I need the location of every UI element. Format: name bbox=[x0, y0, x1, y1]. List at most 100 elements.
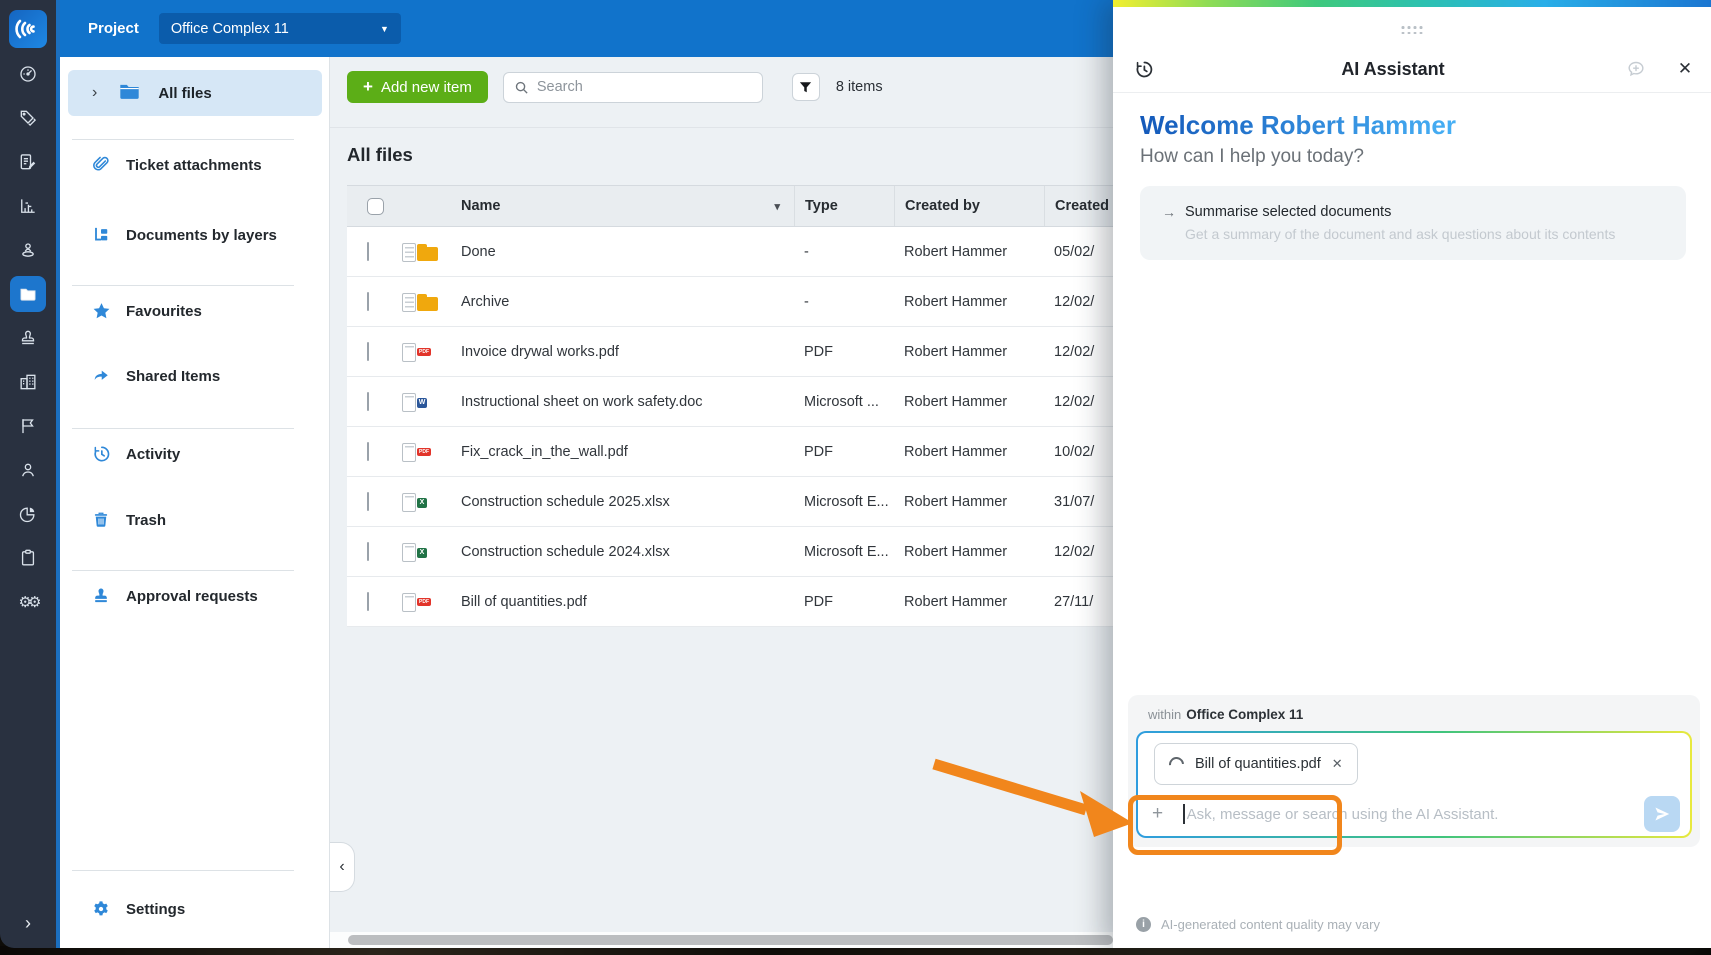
divider bbox=[72, 570, 294, 571]
file-type: Microsoft ... bbox=[804, 393, 879, 410]
share-arrow-icon bbox=[90, 367, 112, 385]
arrow-right-icon: → bbox=[1162, 204, 1176, 220]
close-icon[interactable]: ✕ bbox=[1659, 59, 1711, 79]
sidebar-item-settings[interactable]: Settings bbox=[60, 895, 328, 923]
person-pin-icon[interactable] bbox=[10, 232, 46, 268]
file-created-by: Robert Hammer bbox=[904, 293, 1008, 310]
pie-chart-icon[interactable] bbox=[10, 496, 46, 532]
row-checkbox[interactable] bbox=[367, 491, 369, 511]
file-icon-cell bbox=[402, 242, 461, 262]
history-icon[interactable] bbox=[1113, 59, 1173, 80]
icon-rail: ⚙⚙ › bbox=[0, 0, 60, 948]
select-all-checkbox[interactable] bbox=[367, 197, 384, 215]
row-checkbox-cell bbox=[347, 241, 403, 261]
sidebar-item-favourites[interactable]: Favourites bbox=[60, 297, 328, 325]
sidebar-item-shared-items[interactable]: Shared Items bbox=[60, 362, 328, 390]
sidebar-item-documents-by-layers[interactable]: Documents by layers bbox=[60, 221, 328, 249]
file-created-by: Robert Hammer bbox=[904, 243, 1008, 260]
add-attachment-icon[interactable]: + bbox=[1152, 803, 1163, 825]
collapse-sidebar-tab[interactable]: ‹ bbox=[330, 842, 355, 892]
file-name: Bill of quantities.pdf bbox=[461, 593, 587, 610]
row-checkbox[interactable] bbox=[367, 391, 369, 411]
row-checkbox[interactable] bbox=[367, 241, 369, 261]
file-type: - bbox=[804, 243, 809, 260]
search-box[interactable] bbox=[502, 71, 763, 103]
sidebar-item-label: Approval requests bbox=[126, 587, 258, 605]
suggestion-card[interactable]: → Summarise selected documents Get a sum… bbox=[1140, 186, 1686, 260]
attached-document-chip[interactable]: Bill of quantities.pdf ✕ bbox=[1154, 743, 1358, 785]
chevron-right-icon[interactable]: › bbox=[92, 84, 97, 102]
row-checkbox[interactable] bbox=[367, 541, 369, 561]
info-icon: i bbox=[1136, 917, 1151, 932]
file-icon-cell: X bbox=[402, 492, 461, 512]
rail-items: ⚙⚙ bbox=[10, 56, 46, 628]
flag-icon[interactable] bbox=[10, 408, 46, 444]
sort-caret-icon[interactable]: ▾ bbox=[774, 200, 780, 213]
sidebar-item-approval-requests[interactable]: Approval requests bbox=[60, 582, 328, 610]
divider bbox=[72, 285, 294, 286]
row-checkbox[interactable] bbox=[367, 291, 369, 311]
file-created-by: Robert Hammer bbox=[904, 393, 1008, 410]
search-input[interactable] bbox=[536, 79, 752, 95]
sidebar-item-label: All files bbox=[158, 84, 212, 102]
buildings-icon[interactable] bbox=[10, 364, 46, 400]
layers-tree-icon bbox=[90, 225, 112, 245]
send-button[interactable] bbox=[1644, 796, 1680, 832]
horizontal-scrollbar-thumb[interactable] bbox=[348, 935, 1113, 945]
tags-icon[interactable] bbox=[10, 100, 46, 136]
ai-message-input[interactable] bbox=[1186, 805, 1644, 823]
file-created-by: Robert Hammer bbox=[904, 543, 1008, 560]
column-created-by[interactable]: Created by bbox=[894, 186, 1044, 226]
edit-document-icon[interactable] bbox=[10, 144, 46, 180]
file-name: Instructional sheet on work safety.doc bbox=[461, 393, 703, 410]
drag-handle-icon[interactable] bbox=[1401, 26, 1423, 35]
app-logo[interactable] bbox=[9, 10, 47, 48]
gear-icon bbox=[90, 899, 112, 919]
column-name[interactable]: Name ▾ bbox=[461, 186, 794, 226]
file-type: Microsoft E... bbox=[804, 543, 889, 560]
filter-button[interactable] bbox=[791, 73, 820, 101]
sidebar-item-trash[interactable]: Trash bbox=[60, 506, 328, 534]
folder-icon[interactable] bbox=[10, 276, 46, 312]
text-caret bbox=[1183, 804, 1185, 824]
row-checkbox[interactable] bbox=[367, 341, 369, 361]
expand-rail-chevron-icon[interactable]: › bbox=[0, 913, 56, 934]
sidebar-item-all-files[interactable]: › All files bbox=[68, 70, 322, 116]
sidebar-item-label: Documents by layers bbox=[126, 226, 277, 244]
paper-plane-icon bbox=[1655, 807, 1670, 821]
row-checkbox-cell bbox=[347, 591, 403, 611]
sidebar-item-label: Ticket attachments bbox=[126, 156, 262, 174]
sidebar-item-label: Favourites bbox=[126, 302, 202, 320]
scope-line: within Office Complex 11 bbox=[1148, 707, 1303, 722]
suggestion-title: Summarise selected documents bbox=[1185, 204, 1392, 220]
add-new-item-button[interactable]: + Add new item bbox=[347, 71, 488, 103]
project-selector[interactable]: Office Complex 11 ▼ bbox=[158, 13, 401, 44]
gears-icon[interactable]: ⚙⚙ bbox=[10, 584, 46, 620]
suggestion-description: Get a summary of the document and ask qu… bbox=[1185, 226, 1616, 242]
chevron-down-icon: ▼ bbox=[379, 23, 389, 34]
bar-chart-icon[interactable] bbox=[10, 188, 46, 224]
ai-panel-header: AI Assistant ✕ bbox=[1113, 48, 1711, 90]
stamp-icon[interactable] bbox=[10, 320, 46, 356]
row-checkbox[interactable] bbox=[367, 591, 369, 611]
row-checkbox-cell bbox=[347, 341, 403, 361]
sidebar-item-activity[interactable]: Activity bbox=[60, 440, 328, 468]
file-created-by: Robert Hammer bbox=[904, 593, 1008, 610]
file-name: Construction schedule 2024.xlsx bbox=[461, 543, 670, 560]
select-all-cell bbox=[347, 186, 403, 226]
sidebar-item-ticket-attachments[interactable]: Ticket attachments bbox=[60, 151, 328, 179]
composer-input-box[interactable]: Bill of quantities.pdf ✕ + bbox=[1136, 731, 1692, 838]
chevron-left-icon: ‹ bbox=[339, 858, 345, 875]
gauge-icon[interactable] bbox=[10, 56, 46, 92]
row-checkbox-cell bbox=[347, 391, 403, 411]
remove-chip-icon[interactable]: ✕ bbox=[1332, 756, 1343, 772]
clipboard-icon[interactable] bbox=[10, 540, 46, 576]
star-icon bbox=[90, 301, 112, 321]
person-icon[interactable] bbox=[10, 452, 46, 488]
column-type[interactable]: Type bbox=[794, 186, 894, 226]
file-icon-cell: X bbox=[402, 542, 461, 562]
file-toolbar: + Add new item 8 items bbox=[347, 70, 883, 104]
new-chat-icon[interactable] bbox=[1613, 59, 1659, 79]
row-checkbox[interactable] bbox=[367, 441, 369, 461]
disclaimer-text: AI-generated content quality may vary bbox=[1161, 917, 1380, 932]
